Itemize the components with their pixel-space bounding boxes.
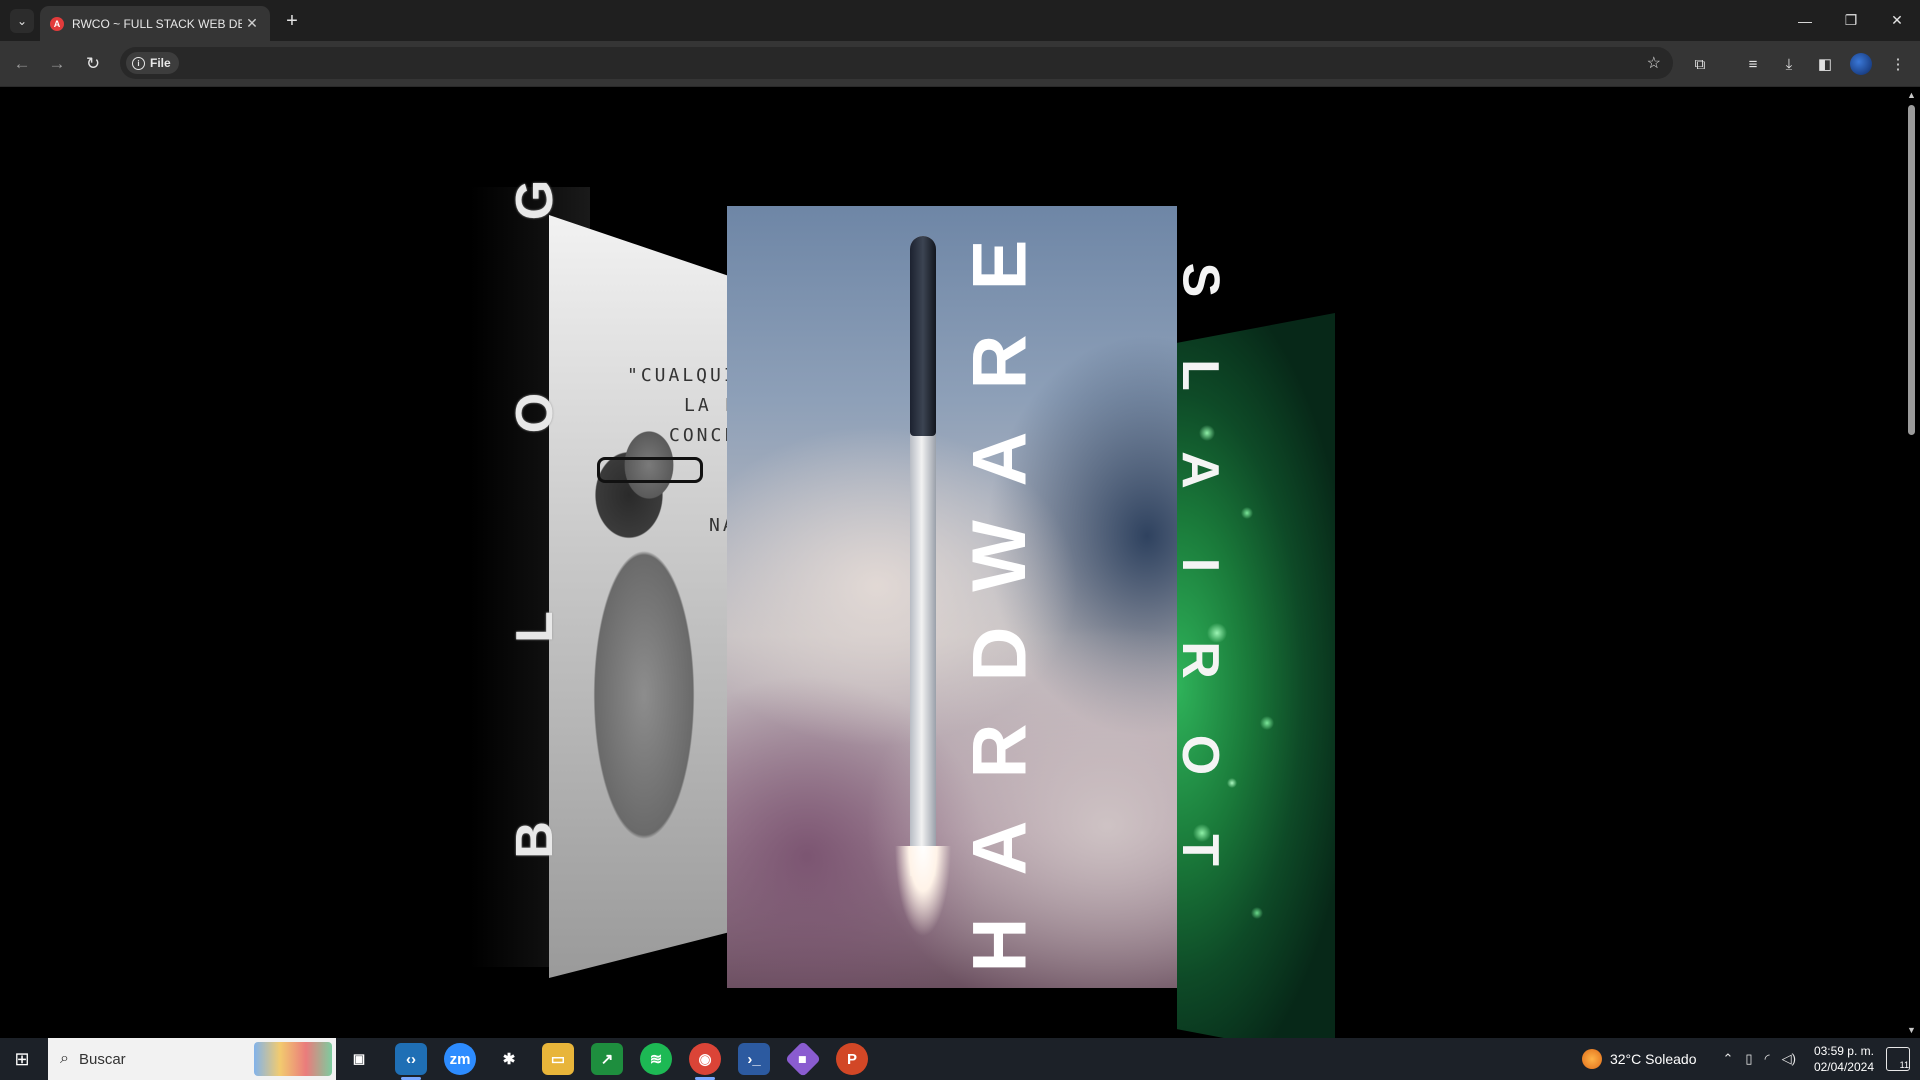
tutorials-title-letter: S (1171, 262, 1229, 298)
close-window-button[interactable]: ✕ (1874, 0, 1920, 41)
blog-quote-line: NA (709, 515, 729, 536)
blog-card[interactable]: "CUALQUI LA N CONCE NA (549, 215, 729, 978)
site-info-chip[interactable]: i File (126, 52, 179, 74)
page-viewport: "CUALQUI LA N CONCE NA (0, 87, 1903, 1038)
hardware-title-letter: R (956, 723, 1042, 779)
slack-icon[interactable]: ✱ (493, 1043, 525, 1075)
blog-title-letter: G (505, 179, 564, 221)
scroll-down-arrow-icon[interactable]: ▼ (1907, 1025, 1916, 1035)
task-view-icon[interactable]: ▣ (343, 1043, 375, 1075)
hardware-title-letter: D (956, 626, 1042, 682)
weather-sun-icon[interactable] (1581, 1049, 1602, 1069)
scroll-up-arrow-icon[interactable]: ▲ (1907, 90, 1916, 100)
browser-toolbar: ← → ↻ i File ☆ ⧉ ≡ ⤓ ◧ ⋮ (0, 41, 1920, 87)
side-panel-icon[interactable]: ◧ (1814, 53, 1836, 75)
forward-arrow-icon[interactable]: → (46, 53, 68, 75)
powershell-icon[interactable]: ›_ (738, 1043, 770, 1075)
bookmark-star-icon[interactable]: ☆ (1647, 53, 1661, 73)
powerpoint-icon[interactable]: P (836, 1043, 868, 1075)
hardware-title-letter: A (956, 820, 1042, 876)
tutorials-title-letter: I (1170, 557, 1229, 573)
system-tray: 32°C Soleado ⌃ ▯ ◜ ◁) 03:59 p. m. 02/04/… (1581, 1038, 1920, 1080)
rocket-flame-image (895, 846, 951, 988)
hardware-title-letter: R (956, 334, 1042, 390)
hardware-card[interactable] (727, 206, 1177, 988)
git-icon[interactable]: ◆ (784, 1040, 822, 1078)
tutorials-title-letter: R (1171, 641, 1229, 679)
hardware-title-letter: H (956, 917, 1042, 973)
chrome-icon[interactable]: ◉ (689, 1043, 721, 1080)
browser-menu-icon[interactable]: ⋮ (1887, 53, 1909, 75)
site-chip-label: File (150, 56, 171, 70)
windows-start-icon[interactable]: ⊞ (8, 1047, 36, 1071)
blog-title-letter: O (505, 393, 564, 434)
rocket-nose-image (910, 236, 936, 436)
search-icon: ⌕ (60, 1050, 69, 1067)
tutorials-title-letter: L (1170, 359, 1229, 391)
taskbar-search-box[interactable]: ⌕ Buscar (48, 1038, 336, 1080)
profile-avatar-icon[interactable] (1850, 53, 1872, 75)
tutorials-title-letter: A (1171, 451, 1229, 489)
network-icon[interactable]: ◜ (1765, 1051, 1770, 1067)
address-bar[interactable]: i File ☆ (120, 47, 1673, 79)
tutorials-title-letter: O (1170, 734, 1229, 776)
blog-quote-line: "CUALQUI (627, 365, 729, 386)
restore-button[interactable]: ❐ (1828, 0, 1874, 41)
glasses-shape (597, 457, 703, 483)
blog-title: G O L B (505, 170, 565, 870)
hardware-title-letter: A (956, 431, 1042, 487)
hardware-title-letter: E (956, 239, 1042, 291)
tab-search-icon[interactable]: ⌄ (10, 9, 34, 33)
notification-center-icon[interactable]: 11 (1886, 1047, 1910, 1071)
taskbar: ⊞ ⌕ Buscar ▣ ‹› zm ✱ ▭ ↗ ≋ ◉ ›_ ◆ P 32°C… (0, 1038, 1920, 1080)
clock-time: 03:59 p. m. (1813, 1044, 1874, 1058)
download-icon[interactable]: ⤓ (1778, 53, 1800, 75)
tab-close-icon[interactable]: ✕ (242, 15, 262, 32)
browser-tab-active[interactable]: A RWCO ~ FULL STACK WEB DEV ✕ (40, 6, 270, 41)
minimize-button[interactable]: — (1782, 0, 1828, 41)
hardware-title: E R A W D R A H (956, 225, 1042, 985)
scroll-thumb[interactable] (1908, 105, 1915, 435)
back-arrow-icon[interactable]: ← (11, 53, 33, 75)
sheets-app-icon[interactable]: ↗ (591, 1043, 623, 1075)
blog-title-letter: B (506, 821, 564, 859)
taskbar-search-placeholder: Buscar (78, 1050, 126, 1068)
info-icon: i (132, 56, 145, 70)
reload-icon[interactable]: ↻ (82, 53, 104, 75)
clock-date: 02/04/2024 (1813, 1060, 1874, 1074)
blog-quote-line: LA N (684, 395, 729, 416)
media-controls-icon[interactable]: ≡ (1742, 53, 1764, 75)
window-controls: — ❐ ✕ (1782, 0, 1920, 41)
woman-photo (569, 365, 719, 945)
blog-quote-line: CONCE (669, 425, 729, 446)
vscode-icon[interactable]: ‹› (395, 1043, 427, 1080)
zoom-icon[interactable]: zm (444, 1043, 476, 1075)
file-explorer-icon[interactable]: ▭ (542, 1043, 574, 1075)
device-icon[interactable]: ▯ (1745, 1051, 1752, 1067)
clock[interactable]: 03:59 p. m. 02/04/2024 (1814, 1043, 1874, 1075)
chevron-up-icon[interactable]: ⌃ (1723, 1051, 1734, 1067)
extensions-icon[interactable]: ⧉ (1689, 53, 1711, 75)
page-scrollbar[interactable]: ▲ ▼ (1903, 87, 1920, 1038)
site-favicon-icon: A (50, 16, 64, 31)
tab-strip: ⌄ A RWCO ~ FULL STACK WEB DEV ✕ + — ❐ ✕ (0, 0, 1920, 41)
tutorials-title: S L A I R O T (1170, 250, 1230, 880)
search-highlight-image (254, 1042, 332, 1076)
notification-count: 11 (1899, 1060, 1909, 1070)
weather-text[interactable]: 32°C Soleado (1610, 1051, 1697, 1067)
blog-title-letter: L (505, 610, 564, 643)
spotify-icon[interactable]: ≋ (640, 1043, 672, 1075)
hardware-title-letter: W (956, 520, 1042, 593)
tab-title: RWCO ~ FULL STACK WEB DEV (72, 16, 242, 31)
tutorials-title-letter: T (1170, 834, 1229, 866)
new-tab-button[interactable]: + (280, 9, 304, 33)
volume-icon[interactable]: ◁) (1782, 1051, 1796, 1067)
